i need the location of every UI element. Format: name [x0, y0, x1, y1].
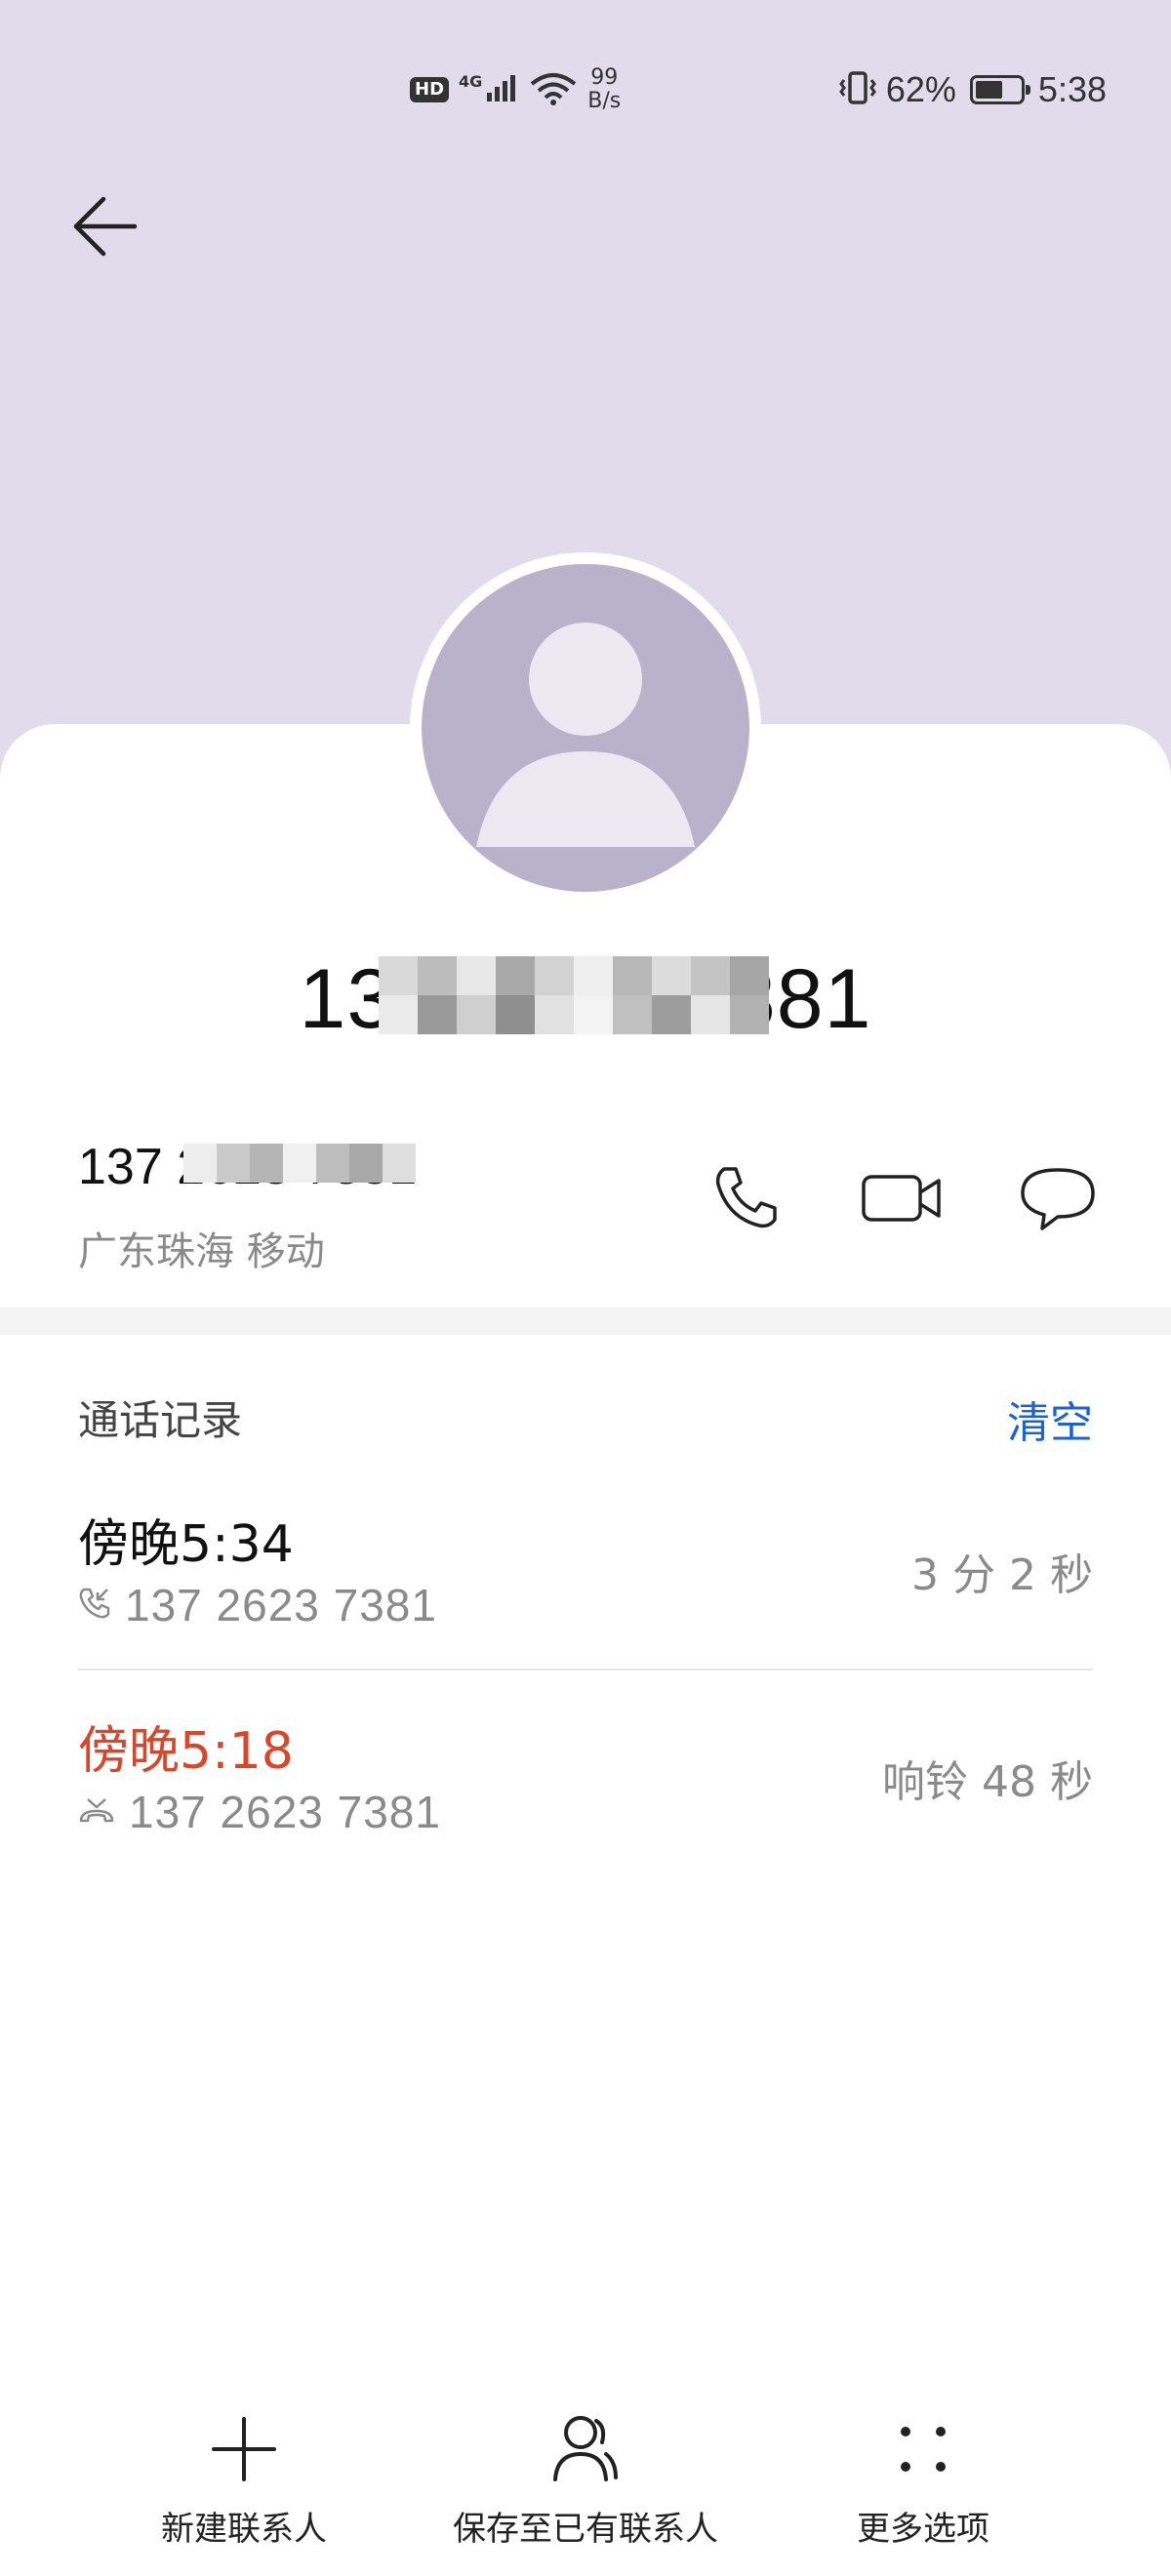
- video-call-icon: [861, 1169, 943, 1231]
- call-detail: 137 2623 7381: [78, 1579, 437, 1631]
- privacy-mask: [183, 1144, 416, 1183]
- privacy-mask: [379, 956, 769, 995]
- clock: 5:38: [1037, 69, 1107, 109]
- back-button[interactable]: [70, 185, 168, 271]
- status-left: HD 4G 99 B/s: [410, 60, 621, 119]
- clear-button[interactable]: 清空: [1007, 1388, 1093, 1450]
- battery-percent: 62%: [885, 69, 956, 109]
- back-arrow-icon: [70, 195, 139, 262]
- person-add-icon: [546, 2410, 625, 2488]
- call-detail: 137 2623 7381: [78, 1786, 441, 1838]
- video-call-button[interactable]: [859, 1157, 945, 1243]
- vibrate-icon: [838, 70, 876, 109]
- speed-value: 99: [590, 65, 619, 90]
- contact-detail-screen: HD 4G 99 B/s 62% 5:38 137 7381 137 广东珠海 …: [0, 0, 1171, 2576]
- new-contact-label: 新建联系人: [161, 2510, 327, 2549]
- call-duration: 响铃 48 秒: [882, 1757, 1093, 1807]
- more-dots-icon: [884, 2410, 962, 2488]
- signal-icon: [486, 73, 519, 106]
- message-icon: [1019, 1164, 1097, 1236]
- save-to-existing-label: 保存至已有联系人: [453, 2510, 718, 2549]
- save-to-existing-button[interactable]: 保存至已有联系人: [439, 2410, 732, 2550]
- more-options-button[interactable]: 更多选项: [826, 2410, 1021, 2550]
- status-right: 62% 5:38: [838, 60, 1107, 119]
- person-icon: [422, 564, 749, 892]
- call-time: 傍晚5:18: [78, 1722, 294, 1781]
- speed-unit: B/s: [587, 89, 622, 113]
- wifi-icon: [529, 70, 578, 109]
- bottom-toolbar: 新建联系人 保存至已有联系人 更多选项: [0, 2410, 1171, 2576]
- privacy-mask: [379, 995, 769, 1034]
- network-type: 4G: [459, 71, 483, 91]
- new-contact-button[interactable]: 新建联系人: [146, 2410, 342, 2550]
- network-speed: 99 B/s: [587, 66, 621, 113]
- section-divider: [0, 1308, 1171, 1335]
- status-bar: HD 4G 99 B/s 62% 5:38: [0, 49, 1171, 127]
- call-button[interactable]: [703, 1157, 788, 1243]
- list-divider: [78, 1669, 1093, 1670]
- incoming-call-icon: [78, 1587, 111, 1624]
- call-number: 137 2623 7381: [129, 1787, 441, 1837]
- battery-icon: [969, 75, 1030, 104]
- call-log-header: 通话记录 清空: [78, 1388, 1093, 1448]
- call-log-title: 通话记录: [78, 1396, 243, 1444]
- call-time: 傍晚5:34: [78, 1515, 294, 1574]
- message-button[interactable]: [1015, 1157, 1101, 1243]
- plus-icon: [205, 2410, 283, 2488]
- battery-fill: [975, 81, 1003, 99]
- avatar[interactable]: [410, 552, 761, 904]
- phone-icon: [710, 1163, 781, 1237]
- more-options-label: 更多选项: [857, 2510, 989, 2549]
- call-log-item[interactable]: 傍晚5:18 137 2623 7381 响铃 48 秒: [78, 1710, 1093, 1905]
- missed-call-icon: [78, 1795, 115, 1829]
- number-location: 广东珠海 移动: [78, 1229, 325, 1274]
- hd-badge: HD: [410, 77, 450, 102]
- call-number: 137 2623 7381: [125, 1580, 437, 1630]
- call-duration: 3 分 2 秒: [911, 1550, 1093, 1600]
